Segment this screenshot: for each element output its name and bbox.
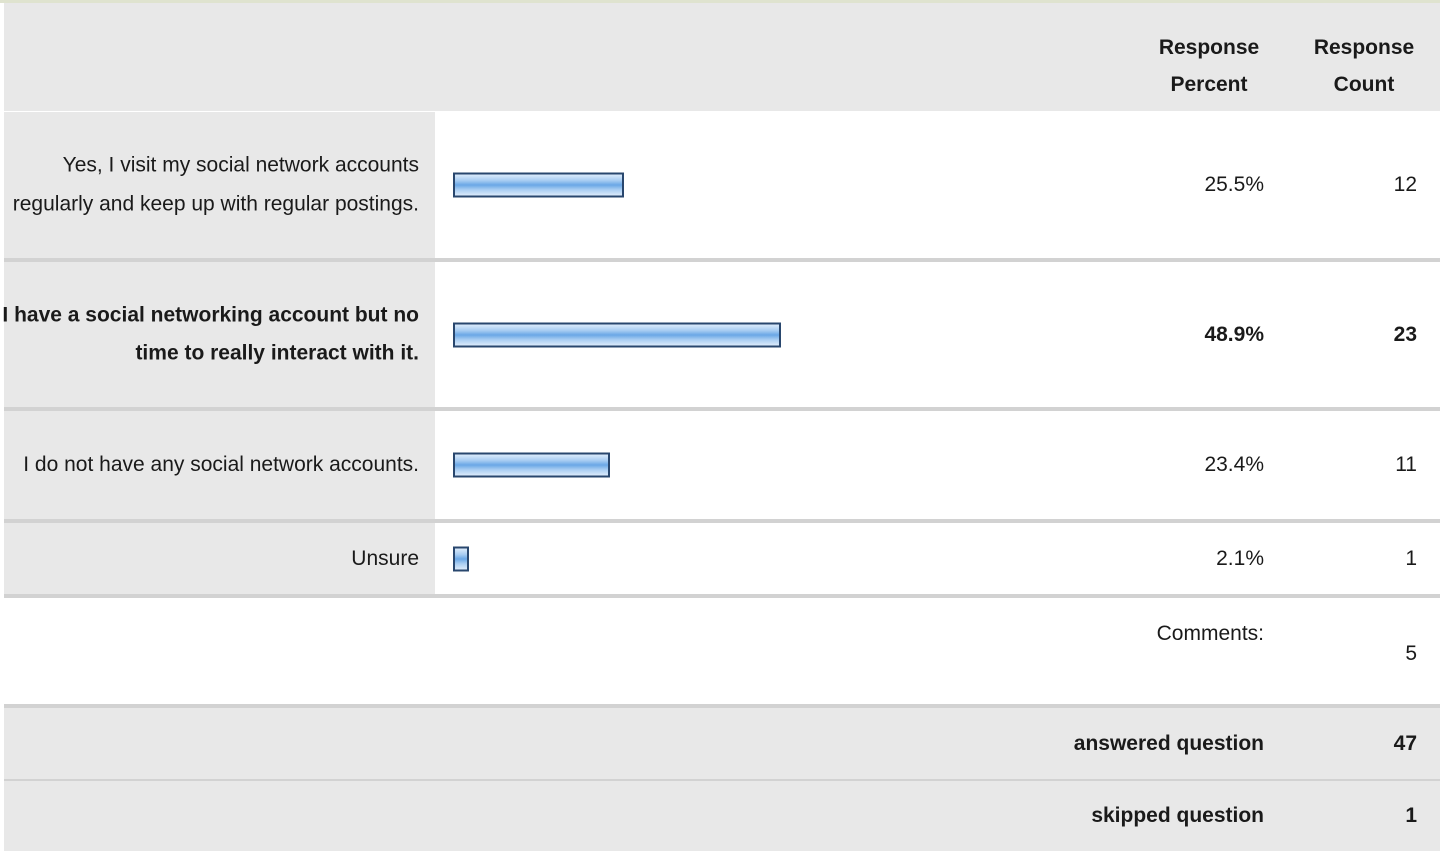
answer-row-4: Unsure 2.1% 1 — [4, 523, 1440, 594]
row-divider — [4, 594, 1440, 598]
answer-row-2: I have a social networking account but n… — [2, 262, 1440, 407]
answered-question-count: 47 — [1393, 731, 1417, 755]
answered-question-row: answered question 47 — [4, 708, 1440, 779]
skipped-question-label: skipped question — [1091, 804, 1264, 827]
answer-label: I do not have any social network account… — [23, 452, 419, 476]
table-header: Response Percent Response Count — [4, 3, 1440, 111]
answer-percent: 48.9% — [1204, 322, 1264, 346]
response-percent-header: Response Percent — [1158, 36, 1260, 96]
response-count-header: Response Count — [1313, 36, 1415, 96]
answer-count: 11 — [1395, 453, 1417, 476]
answer-count: 1 — [1405, 546, 1417, 570]
comments-label: Comments: — [1156, 622, 1264, 645]
answer-bar — [453, 546, 469, 571]
answer-percent: 25.5% — [1204, 173, 1264, 196]
answer-percent: 2.1% — [1216, 546, 1264, 570]
skipped-question-row: skipped question 1 — [4, 781, 1440, 851]
answer-percent: 23.4% — [1204, 453, 1264, 476]
answer-label: Yes, I visit my social network accounts … — [12, 153, 419, 216]
answer-row-1: Yes, I visit my social network accounts … — [4, 112, 1440, 258]
answer-row-3: I do not have any social network account… — [4, 411, 1440, 519]
skipped-question-count: 1 — [1405, 804, 1417, 827]
answer-bar — [453, 172, 624, 198]
answered-question-label: answered question — [1073, 731, 1264, 755]
answer-bar — [453, 322, 781, 347]
answer-label: Unsure — [351, 546, 419, 570]
comments-count: 5 — [1405, 642, 1417, 665]
answer-bar — [453, 452, 610, 478]
answer-count: 23 — [1393, 322, 1417, 346]
answer-label: I have a social networking account but n… — [2, 303, 419, 365]
answer-count: 12 — [1393, 173, 1417, 196]
